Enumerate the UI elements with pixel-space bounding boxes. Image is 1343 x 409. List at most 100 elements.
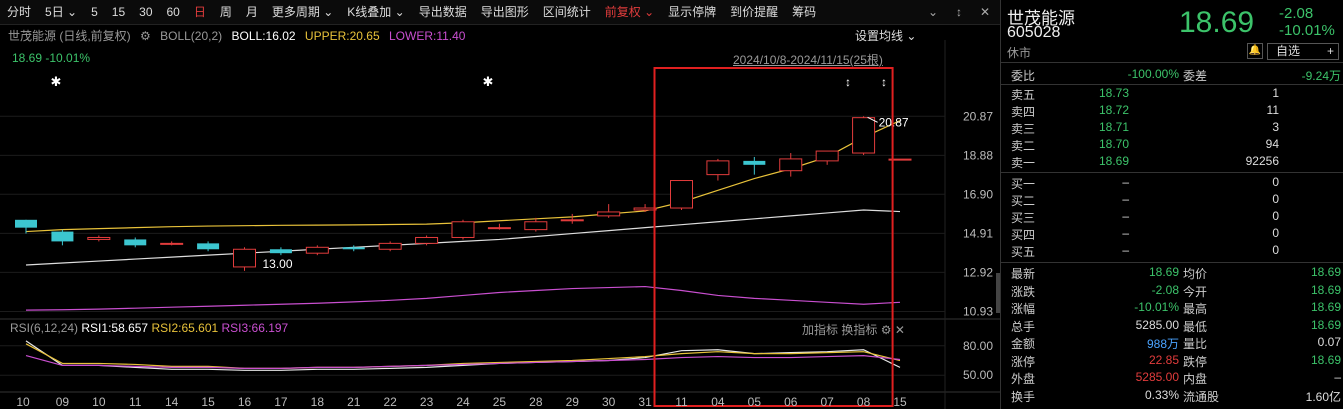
stat-label-2: 最高 [1183, 302, 1208, 316]
stat-label: 总手 [1011, 319, 1036, 334]
toolbar-item-15[interactable]: 显示停牌 [661, 0, 723, 24]
candle-body [451, 221, 475, 238]
toolbar-item-3[interactable]: 15 [105, 0, 132, 24]
expand-icon[interactable]: ↕ [952, 5, 966, 19]
x-tick-label: 06 [784, 395, 798, 409]
ask-price: 18.69 [1098, 154, 1129, 168]
stat-row: 总手 5285.00 最低 18.69 [1011, 318, 1341, 335]
bid-label: 买五 [1011, 245, 1036, 259]
stat-value-2: 0.07 [1317, 335, 1341, 349]
toolbar-item-14[interactable]: 前复权 ⌄ [598, 0, 661, 24]
stock-code: 605028 [1007, 24, 1061, 41]
ask-price: 18.71 [1098, 120, 1129, 134]
candle-body [305, 246, 329, 254]
stat-value-2: 18.69 [1310, 352, 1341, 367]
toolbar-item-2[interactable]: 5 [84, 0, 105, 24]
toolbar-item-9[interactable]: 更多周期 ⌄ [265, 0, 340, 24]
toolbar-item-7[interactable]: 周 [213, 0, 239, 24]
toolbar-item-6[interactable]: 日 [187, 0, 213, 24]
ask-volume: 92256 [1245, 154, 1279, 168]
stat-value-2: 1.60亿 [1305, 389, 1341, 404]
boll-upper-line [25, 120, 901, 233]
price-tick-label: 20.87 [963, 109, 993, 123]
bid-row: 买五 – 0 [1011, 243, 1336, 260]
stat-value: 0.33% [1144, 387, 1179, 402]
stat-label: 外盘 [1011, 372, 1036, 386]
toolbar-item-5[interactable]: 60 [160, 0, 187, 24]
x-tick-label: 05 [748, 395, 762, 409]
toolbar-item-17[interactable]: 筹码 [785, 0, 823, 24]
stat-label: 涨跌 [1011, 284, 1036, 299]
ask-row: 卖二 18.70 94 [1011, 137, 1336, 154]
stat-row: 外盘 5285.00 内盘 – [1011, 370, 1341, 387]
bid-row: 买四 – 0 [1011, 226, 1336, 243]
toolbar-item-12[interactable]: 导出图形 [474, 0, 536, 24]
price-tick-label: 12.92 [963, 265, 993, 279]
stat-row: 涨停 22.85 跌停 18.69 [1011, 353, 1341, 370]
x-tick-label: 22 [383, 395, 397, 409]
stat-value-2: 18.69 [1310, 265, 1341, 279]
low-price-label: 13.00 [263, 257, 293, 271]
stat-row: 最新 18.69 均价 18.69 [1011, 265, 1341, 282]
stat-label-2: 内盘 [1183, 372, 1208, 386]
ask-label: 卖二 [1011, 139, 1036, 153]
x-tick-label: 21 [347, 395, 361, 409]
toolbar-item-8[interactable]: 月 [239, 0, 265, 24]
stat-row: 换手 0.33% 流通股 1.60亿 [1011, 387, 1341, 405]
candle-body [560, 219, 584, 222]
toolbar-item-0[interactable]: 分时 [0, 0, 38, 24]
candle-body [378, 242, 402, 250]
ask-price: 18.70 [1098, 137, 1129, 151]
x-tick-label: 23 [420, 395, 434, 409]
x-tick-label: 16 [238, 395, 252, 409]
stat-value-2: – [1334, 370, 1341, 384]
x-tick-label: 08 [857, 395, 871, 409]
price-tick-label: 14.91 [963, 226, 993, 240]
rsi-tick-label: 50.00 [963, 368, 993, 382]
stat-label-2: 最低 [1183, 319, 1208, 334]
candle-body [124, 239, 147, 246]
toolbar-item-13[interactable]: 区间统计 [536, 0, 598, 24]
weibi-row: 委比 -100.00% 委差 -9.24万 [1011, 67, 1341, 84]
candle-body [779, 158, 803, 172]
x-tick-label: 18 [311, 395, 325, 409]
candle-body [51, 231, 74, 242]
stat-label: 换手 [1011, 389, 1036, 404]
x-tick-label: 28 [529, 395, 543, 409]
last-price: 18.69 [1179, 6, 1255, 39]
stat-value-2: 18.69 [1310, 282, 1341, 297]
price-tick-label: 18.88 [963, 148, 993, 162]
plus-icon: + [1326, 44, 1334, 58]
toolbar-item-16[interactable]: 到价提醒 [723, 0, 785, 24]
bid-volume: 0 [1272, 175, 1279, 189]
toolbar-item-11[interactable]: 导出数据 [412, 0, 474, 24]
price-change: -2.08 [1279, 5, 1314, 22]
bid-label: 买一 [1011, 177, 1036, 191]
market-status: 休市 [1007, 46, 1032, 60]
watchlist-select[interactable]: 自选 + [1267, 43, 1339, 60]
bid-price: – [1122, 209, 1129, 223]
toolbar-item-1[interactable]: 5日 ⌄ [38, 0, 84, 24]
toolbar-item-4[interactable]: 30 [132, 0, 159, 24]
weidiff-value: -9.24万 [1301, 69, 1341, 83]
candle-body [233, 248, 256, 268]
toolbar-item-10[interactable]: K线叠加 ⌄ [340, 0, 411, 24]
divider [1001, 62, 1343, 63]
ask-volume: 94 [1265, 137, 1279, 151]
bid-row: 买二 – 0 [1011, 192, 1336, 209]
candle-body [342, 247, 365, 250]
ask-volume: 1 [1272, 86, 1279, 100]
stat-label: 涨停 [1011, 354, 1036, 369]
stat-value: 988万 [1146, 337, 1179, 351]
stat-label: 最新 [1011, 267, 1036, 281]
candlestick-chart[interactable]: 20.87 18.88 16.90 14.91 12.92 10.93 80.00 50.00… [0, 40, 1000, 409]
close-icon[interactable]: ✕ [978, 5, 992, 19]
event-star-icon: ✱ [483, 74, 494, 89]
stat-value-2: 18.69 [1310, 317, 1341, 332]
candle-body [87, 236, 111, 240]
collapse-icon[interactable]: ⌄ [926, 5, 940, 19]
bid-volume: 0 [1272, 192, 1279, 206]
bid-row: 买三 – 0 [1011, 209, 1336, 226]
candle-body [197, 243, 220, 250]
bell-icon[interactable]: 🔔 [1247, 43, 1263, 59]
